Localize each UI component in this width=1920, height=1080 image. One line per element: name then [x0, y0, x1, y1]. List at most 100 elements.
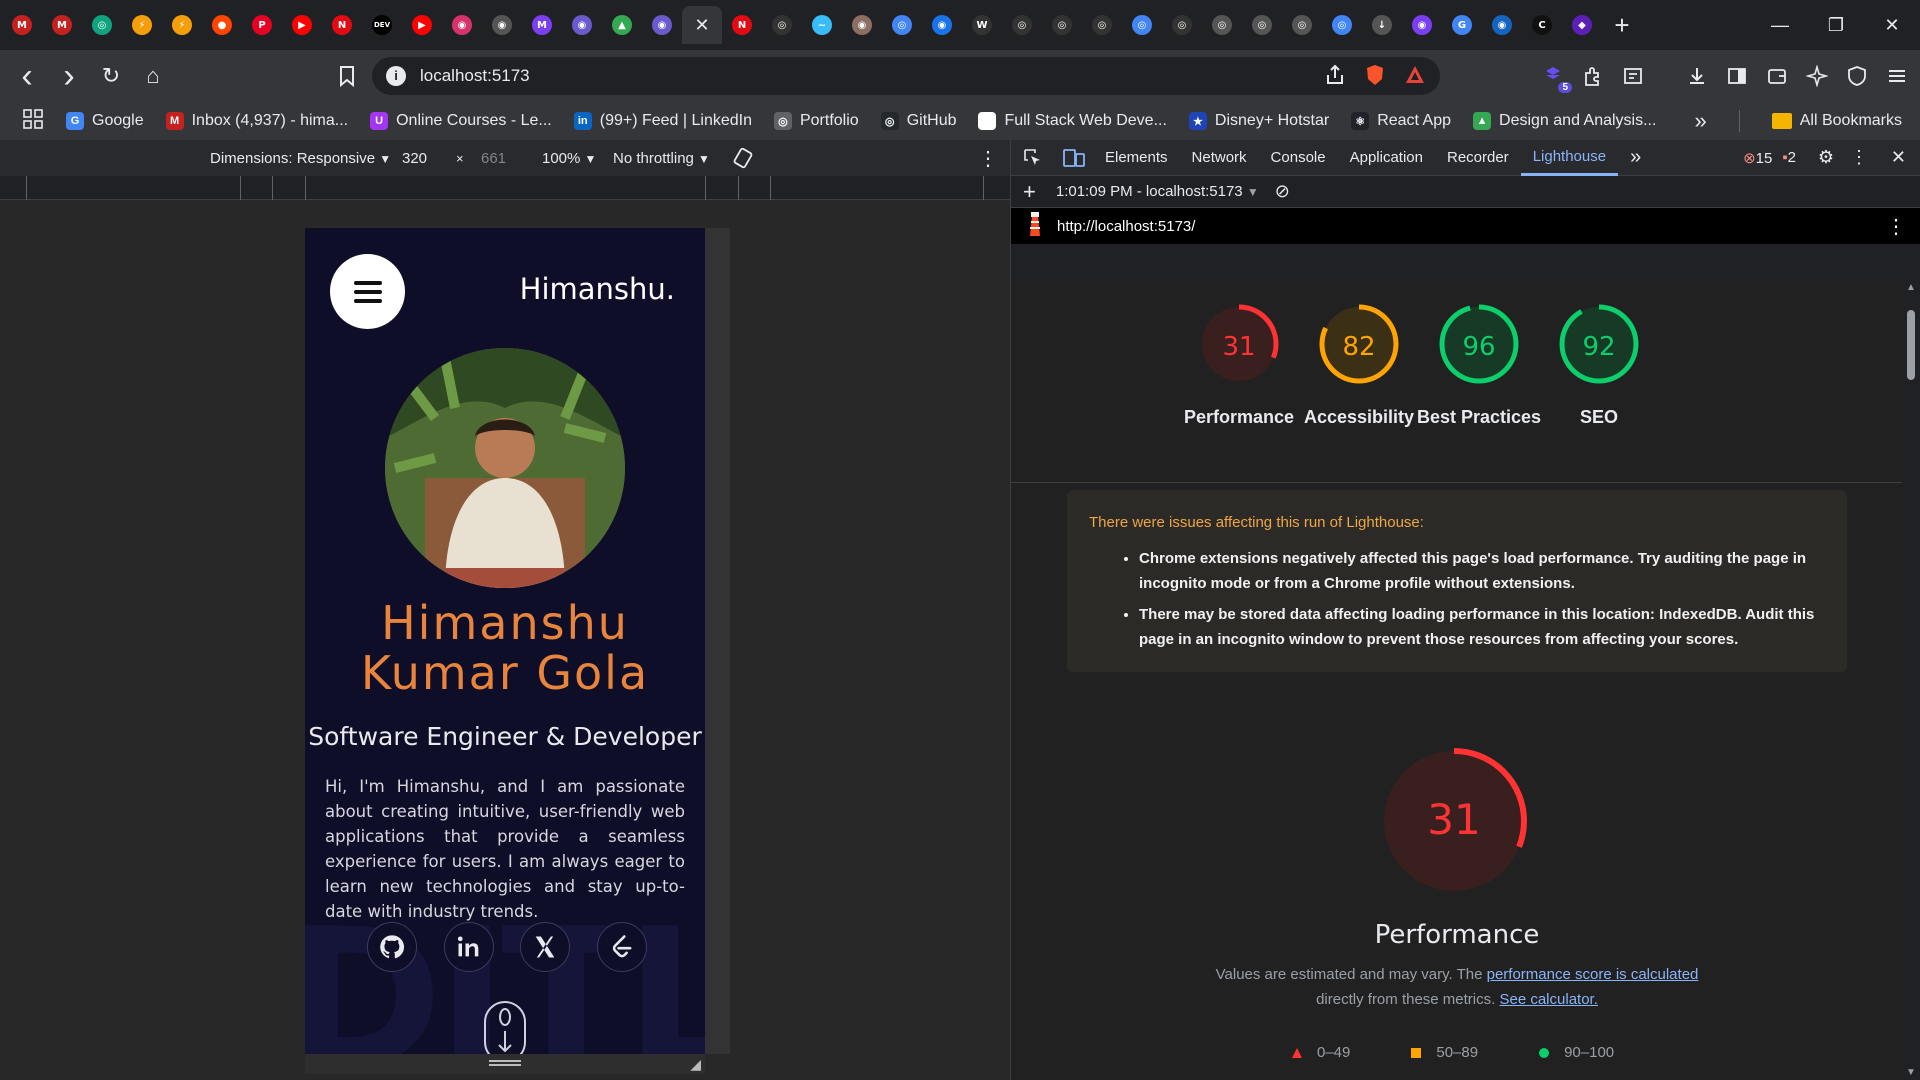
brand-logo[interactable]: Himanshu. [520, 272, 675, 306]
browser-tab[interactable]: ◎ [1242, 6, 1282, 44]
bookmark-item[interactable]: ⚛ React App [1351, 112, 1451, 130]
browser-tab[interactable]: M [522, 6, 562, 44]
device-toolbar-toggle-icon[interactable] [1055, 140, 1093, 176]
browser-tab[interactable]: ◎ [762, 6, 802, 44]
tab-application[interactable]: Application [1338, 140, 1435, 176]
browser-tab[interactable]: M [42, 6, 82, 44]
address-url[interactable]: localhost:5173 [420, 66, 530, 86]
browser-tab[interactable]: M [2, 6, 42, 44]
bookmark-item[interactable]: ▲ Design and Analysis... [1473, 112, 1656, 130]
back-button[interactable]: ‹ [8, 57, 46, 95]
site-info-icon[interactable]: i [386, 66, 406, 86]
browser-tab[interactable]: ◉ [642, 6, 682, 44]
downloads-icon[interactable] [1682, 57, 1712, 95]
bookmark-page-button[interactable] [328, 57, 366, 95]
vpn-icon[interactable] [1842, 57, 1872, 95]
forward-button[interactable]: › [50, 57, 88, 95]
browser-tab[interactable]: ◎ [1282, 6, 1322, 44]
more-tabs-icon[interactable]: » [1618, 140, 1653, 176]
linkedin-link[interactable] [443, 922, 494, 972]
leo-ai-icon[interactable] [1802, 57, 1832, 95]
score-calculated-link[interactable]: performance score is calculated [1487, 966, 1699, 983]
height-input[interactable]: 661 [481, 150, 506, 167]
x-twitter-link[interactable] [520, 922, 571, 972]
browser-tab[interactable]: ◎ [1202, 6, 1242, 44]
rotate-icon[interactable] [732, 146, 754, 174]
viewport-resize-bar[interactable]: ◢ [305, 1054, 705, 1074]
width-input[interactable]: 320 [402, 150, 427, 167]
tab-recorder[interactable]: Recorder [1435, 140, 1521, 176]
tab-lighthouse[interactable]: Lighthouse [1520, 140, 1619, 176]
devtools-menu-icon[interactable]: ⋮ [1850, 147, 1868, 168]
browser-tab[interactable]: ◎ [1322, 6, 1362, 44]
bookmark-item[interactable]: U Online Courses - Le... [370, 112, 552, 130]
browser-tab[interactable]: N [322, 6, 362, 44]
tab-console[interactable]: Console [1259, 140, 1338, 176]
new-tab-button[interactable]: + [1602, 10, 1642, 41]
bookmark-item[interactable]: ★ Disney+ Hotstar [1188, 112, 1329, 130]
browser-tab[interactable]: ↓ [1362, 6, 1402, 44]
maximize-button[interactable]: ❐ [1808, 0, 1864, 50]
see-calculator-link[interactable]: See calculator. [1499, 991, 1597, 1008]
browser-tab[interactable]: ◉ [842, 6, 882, 44]
bookmark-item[interactable]: G Google [66, 112, 144, 130]
bookmark-item[interactable]: in (99+) Feed | LinkedIn [573, 112, 752, 130]
zoom-select[interactable]: 100% ▼ [542, 150, 596, 167]
home-button[interactable]: ⌂ [134, 57, 172, 95]
browser-tab[interactable]: ◎ [1082, 6, 1122, 44]
scroll-up-icon[interactable]: ▲ [1906, 282, 1916, 293]
scroll-down-icon[interactable]: ▼ [1906, 1067, 1916, 1078]
issue-count[interactable]: ▪2 [1782, 149, 1796, 166]
close-tab-icon[interactable]: ✕ [692, 15, 712, 36]
browser-tab[interactable]: ◉ [1482, 6, 1522, 44]
browser-tab[interactable]: ▲ [602, 6, 642, 44]
dimensions-select[interactable]: Dimensions: Responsive ▼ [210, 150, 391, 167]
menu-icon[interactable] [1882, 57, 1912, 95]
browser-tab[interactable]: ~ [802, 6, 842, 44]
bottom-resize-handle[interactable] [489, 1060, 521, 1066]
browser-tab[interactable]: ◎ [82, 6, 122, 44]
share-icon[interactable] [1324, 63, 1346, 87]
reading-list-icon[interactable] [1618, 57, 1648, 95]
scroll-down-indicator[interactable] [484, 1001, 526, 1054]
tab-network[interactable]: Network [1180, 140, 1259, 176]
bookmark-item[interactable]: M Inbox (4,937) - hima... [165, 112, 348, 130]
brave-rewards-icon[interactable] [1404, 63, 1426, 87]
wallet-icon[interactable] [1762, 57, 1792, 95]
all-bookmarks-button[interactable]: All Bookmarks [1771, 112, 1902, 130]
browser-tab[interactable]: ◉ [1402, 6, 1442, 44]
close-devtools-icon[interactable]: ✕ [1891, 147, 1906, 168]
settings-gear-icon[interactable]: ⚙ [1818, 147, 1834, 168]
tab-elements[interactable]: Elements [1093, 140, 1180, 176]
bookmark-item[interactable]: Full Stack Web Deve... [978, 112, 1167, 130]
bookmark-item[interactable]: ◎ Portfolio [773, 112, 859, 130]
browser-tab[interactable]: ◎ [1162, 6, 1202, 44]
corner-resize-icon[interactable]: ◢ [690, 1056, 701, 1073]
browser-tab[interactable]: ◉ [482, 6, 522, 44]
close-window-button[interactable]: ✕ [1864, 0, 1920, 50]
report-menu-icon[interactable]: ⋮ [1886, 214, 1906, 239]
browser-tab[interactable]: ◆ [1562, 6, 1602, 44]
browser-tab[interactable]: W [962, 6, 1002, 44]
sidebar-icon[interactable] [1722, 57, 1752, 95]
wallet-extension-icon[interactable]: 5 [1538, 57, 1572, 95]
address-bar[interactable]: i localhost:5173 [372, 57, 1440, 95]
tab-active[interactable]: ✕ [682, 6, 722, 44]
more-options-icon[interactable]: ⋮ [978, 146, 998, 171]
error-count[interactable]: ⊗15 [1743, 149, 1772, 167]
github-link[interactable] [367, 922, 417, 972]
reload-button[interactable]: ↻ [92, 57, 130, 95]
clear-reports-icon[interactable]: ⊘ [1275, 181, 1290, 202]
report-scrollbar[interactable]: ▲ ▼ [1902, 280, 1920, 1080]
menu-toggle-button[interactable] [330, 254, 405, 329]
browser-tab[interactable]: ⚡ [162, 6, 202, 44]
browser-tab[interactable]: ◎ [1042, 6, 1082, 44]
browser-tab[interactable]: P [242, 6, 282, 44]
bookmarks-overflow-button[interactable]: » [1695, 108, 1707, 134]
apps-grid-icon[interactable] [22, 108, 44, 135]
browser-tab[interactable]: DEV [362, 6, 402, 44]
browser-tab[interactable]: ⚡ [122, 6, 162, 44]
bookmark-item[interactable]: ◎ GitHub [880, 112, 956, 130]
browser-tab[interactable]: C [1522, 6, 1562, 44]
brave-shield-icon[interactable] [1364, 63, 1386, 87]
